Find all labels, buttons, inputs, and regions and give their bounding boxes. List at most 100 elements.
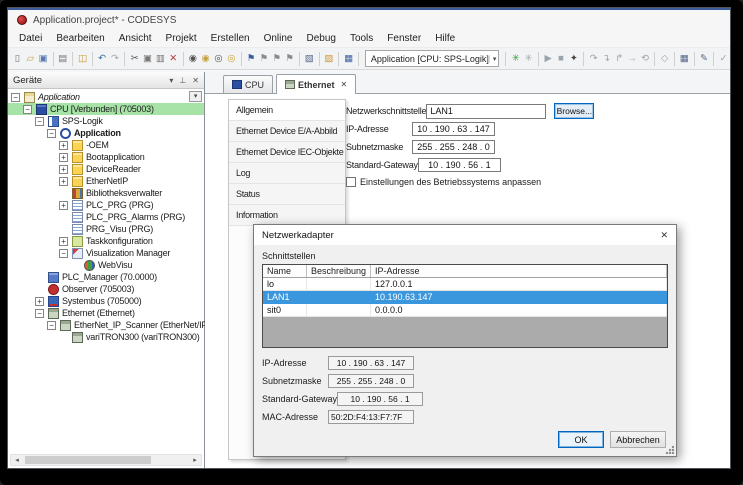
interface-row-lan1[interactable]: LAN110.190.63.147 [263, 291, 667, 304]
tree-item-devicereader[interactable]: +DeviceReader [8, 163, 204, 175]
toolbar-online-tools-button[interactable]: ✦ [568, 51, 579, 67]
expand-toggle-icon[interactable]: − [47, 129, 56, 138]
scroll-left-icon[interactable]: ◂ [11, 455, 23, 465]
toolbar-logout-button[interactable]: ✳ [523, 51, 534, 67]
toolbar-export-button[interactable]: ▧ [304, 51, 315, 67]
expand-toggle-icon[interactable]: + [59, 153, 68, 162]
toolbar-find-button[interactable]: ◉ [187, 51, 198, 67]
tab-cpu[interactable]: CPU [223, 75, 273, 93]
tree-item-plc-manager-70-0000[interactable]: PLC_Manager (70.0000) [8, 271, 204, 283]
toolbar-next-bookmark-button[interactable]: ⚑ [271, 51, 282, 67]
tree-item-taskkonfiguration[interactable]: +Taskkonfiguration [8, 235, 204, 247]
tree-item-webvisu[interactable]: WebVisu [8, 259, 204, 271]
toolbar-reset-button[interactable]: ⟲ [640, 51, 651, 67]
editor-nav-information[interactable]: Information [229, 205, 345, 226]
toolbar-paste-button[interactable]: ▥ [155, 51, 166, 67]
panel-dropdown-icon[interactable]: ▾ [169, 76, 173, 85]
dialog-resize-grip[interactable] [665, 445, 674, 454]
tree-item-plc-prg-prg[interactable]: +PLC_PRG (PRG) [8, 199, 204, 211]
toolbar-monitor-button[interactable]: ▦ [343, 51, 354, 67]
expand-toggle-icon[interactable]: + [59, 165, 68, 174]
expand-toggle-icon[interactable]: + [59, 141, 68, 150]
toolbar-force-values-button[interactable]: ✎ [699, 51, 710, 67]
expand-toggle-icon[interactable]: − [47, 321, 56, 330]
tree-item-visualization-manager[interactable]: −Visualization Manager [8, 247, 204, 259]
tree-item-ethernetip[interactable]: +EtherNetIP [8, 175, 204, 187]
menu-hilfe[interactable]: Hilfe [428, 30, 462, 47]
scroll-right-icon[interactable]: ▸ [189, 455, 201, 465]
toolbar-clear-bookmarks-button[interactable]: ⚑ [284, 51, 295, 67]
menu-fenster[interactable]: Fenster [380, 30, 428, 47]
tree-item-bibliotheksverwalter[interactable]: Bibliotheksverwalter [8, 187, 204, 199]
close-tab-icon[interactable]: ✕ [341, 80, 348, 89]
toolbar-redo-button[interactable]: ↷ [110, 51, 121, 67]
default-gateway-input[interactable] [418, 158, 501, 172]
expand-toggle-icon[interactable]: − [35, 309, 44, 318]
toolbar-print-button[interactable]: ▤ [57, 51, 68, 67]
editor-nav-status[interactable]: Status [229, 184, 345, 205]
toolbar-new-project-button[interactable]: ▯ [12, 51, 23, 67]
toolbar-incremental-find-button[interactable]: ◉ [200, 51, 211, 67]
menu-bearbeiten[interactable]: Bearbeiten [49, 30, 111, 47]
tree-item-varitron300-varitron300[interactable]: variTRON300 (variTRON300) [8, 331, 204, 343]
scrollbar-thumb[interactable] [25, 456, 151, 464]
tree-item-sps-logik[interactable]: −SPS-Logik [8, 115, 204, 127]
toolbar-single-cycle-button[interactable]: ◇ [659, 51, 670, 67]
tree-item-observer-705003[interactable]: Observer (705003) [8, 283, 204, 295]
toolbar-write-values-button[interactable]: ✓ [718, 51, 729, 67]
toolbar-flow-control-button[interactable]: ▦ [679, 51, 690, 67]
expand-toggle-icon[interactable]: − [23, 105, 32, 114]
toolbar-open-project-button[interactable]: ▱ [25, 51, 36, 67]
panel-pin-icon[interactable]: ⊥ [179, 76, 186, 85]
toolbar-login-button[interactable]: ✳ [510, 51, 521, 67]
menu-debug[interactable]: Debug [299, 30, 342, 47]
tree-item-prg-visu-prg[interactable]: PRG_Visu (PRG) [8, 223, 204, 235]
adjust-os-settings-checkbox[interactable] [346, 177, 356, 187]
toolbar-undo-button[interactable]: ↶ [97, 51, 108, 67]
expand-toggle-icon[interactable]: + [59, 177, 68, 186]
tree-item-plc-prg-alarms-prg[interactable]: PLC_PRG_Alarms (PRG) [8, 211, 204, 223]
browse-button[interactable]: Browse... [554, 103, 594, 119]
toolbar-cut-button[interactable]: ✂ [129, 51, 140, 67]
tree-root-dropdown-icon[interactable]: ▾ [189, 91, 202, 102]
toolbar-save-button[interactable]: ▣ [38, 51, 49, 67]
expand-toggle-icon[interactable]: − [59, 249, 68, 258]
expand-toggle-icon[interactable]: − [35, 117, 44, 126]
toolbar-bookmark-button[interactable]: ⚑ [246, 51, 257, 67]
interface-row-sit0[interactable]: sit00.0.0.0 [263, 304, 667, 317]
expand-toggle-icon[interactable]: + [59, 201, 68, 210]
menu-datei[interactable]: Datei [12, 30, 49, 47]
tree-item-systembus-705000[interactable]: +Systembus (705000) [8, 295, 204, 307]
ok-button[interactable]: OK [558, 431, 604, 448]
menu-online[interactable]: Online [257, 30, 300, 47]
toolbar-step-out-button[interactable]: ↱ [614, 51, 625, 67]
expand-toggle-icon[interactable]: + [59, 237, 68, 246]
tree-item-ethernet-ethernet[interactable]: −Ethernet (Ethernet) [8, 307, 204, 319]
editor-nav-ethernet-device-e-a-abbild[interactable]: Ethernet Device E/A-Abbild [229, 121, 345, 142]
tree-item-oem[interactable]: +-OEM [8, 139, 204, 151]
toolbar-run-button[interactable]: ▶ [543, 51, 554, 67]
toolbar-run-to-cursor-button[interactable]: → [627, 51, 638, 67]
toolbar-new-device-button[interactable]: ▨ [324, 51, 335, 67]
network-interface-input[interactable] [426, 104, 546, 119]
toolbar-delete-button[interactable]: ✕ [168, 51, 179, 67]
menu-projekt[interactable]: Projekt [159, 30, 204, 47]
scrollbar-track[interactable] [23, 455, 189, 465]
toolbar-copy-project-button[interactable]: ◫ [77, 51, 88, 67]
toolbar-copy-button[interactable]: ▣ [142, 51, 153, 67]
editor-nav-ethernet-device-iec-objekte[interactable]: Ethernet Device IEC-Objekte [229, 142, 345, 163]
toolbar-replace-all-button[interactable]: ◎ [226, 51, 237, 67]
dialog-close-icon[interactable]: ✕ [660, 230, 668, 241]
active-application-combo[interactable]: Application [CPU: SPS-Logik]▾ [365, 50, 500, 67]
tree-item-application[interactable]: −Application [8, 127, 204, 139]
tree-item-application[interactable]: −Application▾ [8, 91, 204, 103]
editor-nav-log[interactable]: Log [229, 163, 345, 184]
subnet-mask-input[interactable] [412, 140, 495, 154]
expand-toggle-icon[interactable]: − [11, 93, 20, 102]
toolbar-previous-bookmark-button[interactable]: ⚑ [258, 51, 269, 67]
interface-row-lo[interactable]: lo127.0.0.1 [263, 278, 667, 291]
tree-item-ethernet-ip-scanner-ethernet-ip-scanner[interactable]: −EtherNet_IP_Scanner (EtherNet/IP Scanne… [8, 319, 204, 331]
tree-item-bootapplication[interactable]: +Bootapplication [8, 151, 204, 163]
panel-close-icon[interactable]: ✕ [192, 76, 199, 85]
cancel-button[interactable]: Abbrechen [610, 431, 666, 448]
